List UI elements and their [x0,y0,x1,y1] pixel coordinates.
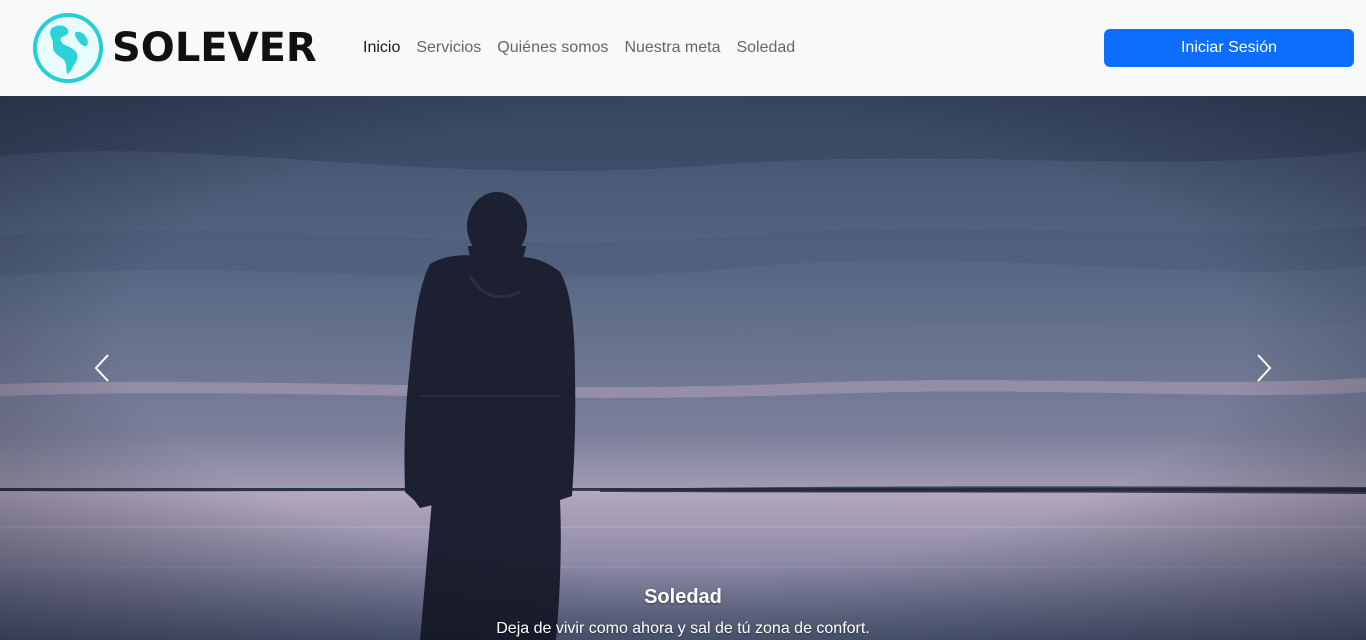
hero-carousel: Soledad Deja de vivir como ahora y sal d… [0,96,1366,640]
caption-title: Soledad [644,586,722,608]
carousel-slide-image [0,96,1366,640]
chevron-left-icon [94,354,109,382]
brand-name: SOLEVER [112,25,317,71]
caption-text: Deja de vivir como ahora y sal de tú zon… [496,620,870,637]
nav-item-quienes-somos: Quiénes somos [489,36,616,60]
navbar: SOLEVER Inicio Servicios Quiénes somos N… [0,0,1366,96]
nav-link-servicios[interactable]: Servicios [408,36,489,60]
nav-link-quienes-somos[interactable]: Quiénes somos [489,36,616,60]
carousel-caption: Soledad Deja de vivir como ahora y sal d… [0,585,1366,639]
nav-item-soledad: Soledad [728,36,803,60]
nav-menu: Inicio Servicios Quiénes somos Nuestra m… [355,36,803,60]
nav-link-soledad[interactable]: Soledad [728,36,803,60]
nav-link-nuestra-meta[interactable]: Nuestra meta [616,36,728,60]
carousel-prev-button[interactable] [72,338,132,398]
brand-link[interactable]: SOLEVER [32,11,317,85]
globe-americas-icon [33,13,103,83]
nav-link-inicio[interactable]: Inicio [355,36,408,60]
login-button[interactable]: Iniciar Sesión [1104,29,1354,67]
nav-item-inicio: Inicio [355,36,408,60]
carousel-next-button[interactable] [1234,338,1294,398]
chevron-right-icon [1257,354,1272,382]
nav-item-servicios: Servicios [408,36,489,60]
nav-item-nuestra-meta: Nuestra meta [616,36,728,60]
